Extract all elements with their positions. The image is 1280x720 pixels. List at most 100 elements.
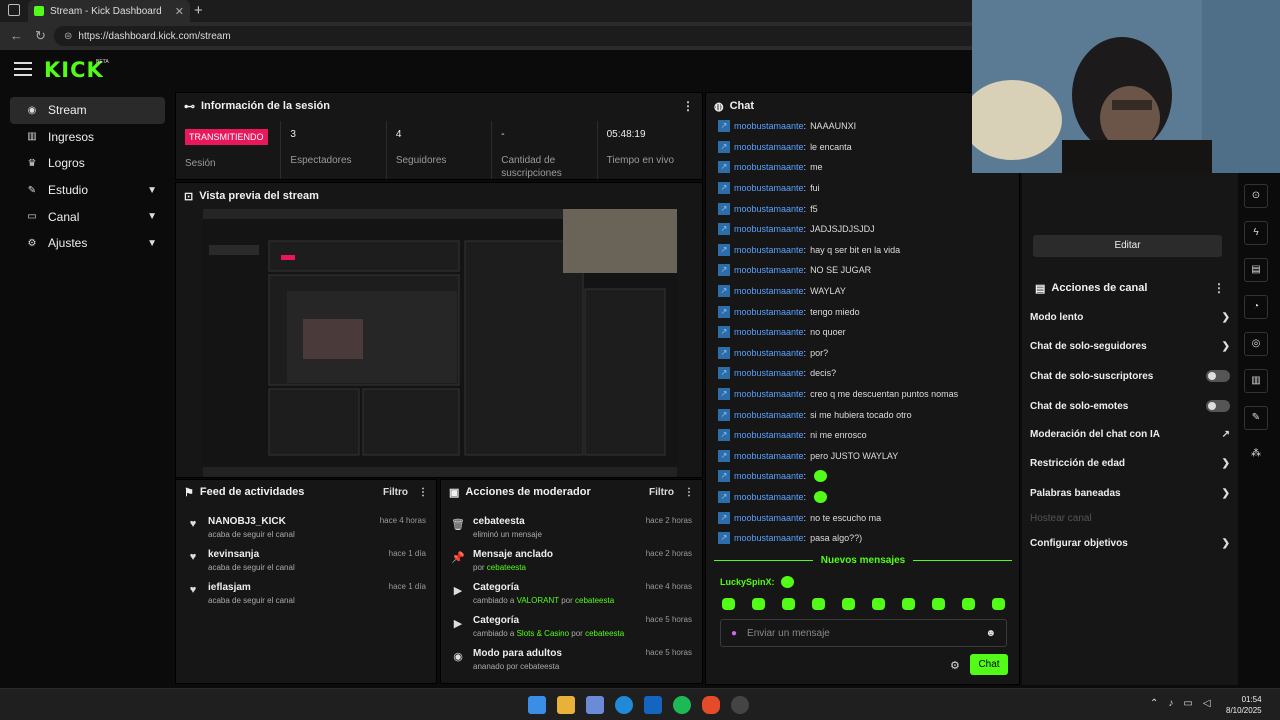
channel-action-ai-moderation[interactable]: Moderación del chat con IA ↗ bbox=[1030, 429, 1230, 440]
new-tab-icon[interactable]: + bbox=[194, 2, 203, 19]
microphone-app-icon[interactable] bbox=[702, 696, 720, 714]
edit-button[interactable]: Editar bbox=[1033, 235, 1222, 257]
close-tab-icon[interactable]: ✕ bbox=[175, 5, 184, 18]
chat-username[interactable]: moobustamaante bbox=[734, 224, 804, 234]
chat-message[interactable]: ↗ moobustamaante: decis? bbox=[718, 363, 1008, 384]
chat-messages[interactable]: ↗ moobustamaante: NAAAUNXI ↗ moobustamaante:… bbox=[718, 116, 1008, 548]
chat-bubble-icon[interactable]: ◔ bbox=[1244, 295, 1268, 319]
chat-username[interactable]: moobustamaante bbox=[734, 492, 804, 502]
edge-icon[interactable] bbox=[615, 696, 633, 714]
chat-message[interactable]: ↗ moobustamaante: f5 bbox=[718, 198, 1008, 219]
chat-message[interactable]: ↗ moobustamaante: NO SE JUGAR bbox=[718, 260, 1008, 281]
camera-icon[interactable]: ⊙ bbox=[1244, 184, 1268, 208]
chat-username[interactable]: moobustamaante bbox=[734, 348, 804, 358]
broadcast-icon[interactable]: ◎ bbox=[1244, 332, 1268, 356]
chat-message[interactable]: ↗ moobustamaante: hay q ser bit en la vida bbox=[718, 240, 1008, 261]
chat-message[interactable]: ↗ moobustamaante: tengo miedo bbox=[718, 301, 1008, 322]
sidebar-item-ingresos[interactable]: ▥ Ingresos bbox=[10, 124, 165, 151]
sidebar-item-logros[interactable]: ♛ Logros bbox=[10, 150, 165, 177]
emoji-icon[interactable]: ☻ bbox=[985, 628, 996, 639]
chat-message[interactable]: ↗ moobustamaante: NAAAUNXI bbox=[718, 116, 1008, 137]
browser-tab[interactable]: Stream - Kick Dashboard ✕ bbox=[28, 0, 190, 22]
volume-icon[interactable]: ◁ bbox=[1203, 698, 1211, 709]
chat-message[interactable]: ↗ moobustamaante: si me hubiera tocado otr… bbox=[718, 404, 1008, 425]
chat-username[interactable]: moobustamaante bbox=[734, 286, 804, 296]
chat-username[interactable]: moobustamaante bbox=[734, 410, 804, 420]
menu-icon[interactable] bbox=[14, 62, 32, 76]
emote-icon[interactable] bbox=[872, 598, 885, 610]
sidebar-item-canal[interactable]: ▭ Canal ▼ bbox=[10, 203, 165, 230]
sidebar-item-stream[interactable]: ◉ Stream bbox=[10, 97, 165, 124]
emote-icon[interactable] bbox=[932, 598, 945, 610]
chat-message[interactable]: ↗ moobustamaante: por? bbox=[718, 343, 1008, 364]
chat-username[interactable]: moobustamaante bbox=[734, 389, 804, 399]
emote-icon[interactable] bbox=[752, 598, 765, 610]
url-field[interactable]: ⊜ https://dashboard.kick.com/stream bbox=[54, 26, 984, 46]
chat-username[interactable]: moobustamaante bbox=[734, 245, 804, 255]
chat-username[interactable]: moobustamaante bbox=[734, 471, 804, 481]
mic-tray-icon[interactable]: ♪ bbox=[1168, 698, 1173, 709]
channel-action-banned-words[interactable]: Palabras baneadas ❯ bbox=[1030, 488, 1230, 499]
chat-input[interactable]: ● Enviar un mensaje ☻ bbox=[720, 619, 1007, 647]
chat-message[interactable]: ↗ moobustamaante: pasa algo??) bbox=[718, 528, 1008, 549]
chat-message[interactable]: ↗ moobustamaante: creo q me descuentan pun… bbox=[718, 384, 1008, 405]
chat-username[interactable]: moobustamaante bbox=[734, 142, 804, 152]
emotes-only-toggle[interactable] bbox=[1206, 400, 1230, 412]
kebab-menu-icon[interactable]: ⋮ bbox=[1213, 281, 1225, 295]
chat-username[interactable]: moobustamaante bbox=[734, 513, 804, 523]
network-icon[interactable]: ▭ bbox=[1183, 698, 1192, 709]
subs-only-toggle[interactable] bbox=[1206, 370, 1230, 382]
chat-message[interactable]: ↗ moobustamaante: no te escucho ma bbox=[718, 507, 1008, 528]
sidebar-item-ajustes[interactable]: ⚙ Ajustes ▼ bbox=[10, 230, 165, 257]
chat-username[interactable]: moobustamaante bbox=[734, 162, 804, 172]
lightning-icon[interactable]: ϟ bbox=[1244, 221, 1268, 245]
site-info-icon[interactable]: ⊜ bbox=[64, 31, 72, 42]
chevron-up-icon[interactable]: ⌃ bbox=[1150, 698, 1158, 709]
chat-message[interactable]: ↗ moobustamaante: fui bbox=[718, 178, 1008, 199]
chat-username[interactable]: moobustamaante bbox=[734, 451, 804, 461]
chat-settings-icon[interactable]: ⚙ bbox=[950, 659, 960, 672]
stream-preview-video[interactable] bbox=[203, 209, 677, 477]
chat-message[interactable]: ↗ moobustamaante: WAYLAY bbox=[718, 281, 1008, 302]
chat-username[interactable]: moobustamaante bbox=[734, 265, 804, 275]
kebab-menu-icon[interactable]: ⋮ bbox=[418, 487, 428, 498]
microphone-icon[interactable]: ● bbox=[731, 628, 737, 639]
reload-icon[interactable]: ↻ bbox=[35, 28, 46, 44]
new-messages-divider[interactable]: Nuevos mensajes bbox=[714, 555, 1012, 566]
chat-username[interactable]: LuckySpinX: bbox=[720, 577, 775, 587]
chat-message[interactable]: ↗ moobustamaante: pero JUSTO WAYLAY bbox=[718, 446, 1008, 467]
chat-message[interactable]: ↗ moobustamaante: ni me enrosco bbox=[718, 425, 1008, 446]
kick-logo[interactable]: KICK bbox=[44, 58, 104, 82]
send-chat-button[interactable]: Chat bbox=[970, 654, 1008, 675]
spotify-icon[interactable] bbox=[673, 696, 691, 714]
channel-action-slow-mode[interactable]: Modo lento ❯ bbox=[1030, 312, 1230, 323]
chat-message[interactable]: ↗ moobustamaante: me bbox=[718, 157, 1008, 178]
chat-username[interactable]: moobustamaante bbox=[734, 121, 804, 131]
chat-username[interactable]: moobustamaante bbox=[734, 430, 804, 440]
notes-icon[interactable]: ▤ bbox=[1244, 258, 1268, 282]
printer-icon[interactable]: ▥ bbox=[1244, 369, 1268, 393]
chat-username[interactable]: moobustamaante bbox=[734, 183, 804, 193]
filter-button[interactable]: Filtro bbox=[649, 487, 674, 498]
chat-username[interactable]: moobustamaante bbox=[734, 327, 804, 337]
channel-action-goals[interactable]: Configurar objetivos ❯ bbox=[1030, 538, 1230, 549]
chat-username[interactable]: moobustamaante bbox=[734, 307, 804, 317]
chat-message[interactable]: ↗ moobustamaante: bbox=[718, 487, 1008, 508]
emote-icon[interactable] bbox=[812, 598, 825, 610]
filter-button[interactable]: Filtro bbox=[383, 487, 408, 498]
wrench-icon[interactable]: ✎ bbox=[1244, 406, 1268, 430]
emote-icon[interactable] bbox=[782, 598, 795, 610]
more-icon[interactable]: ⁂ bbox=[1244, 443, 1268, 467]
system-clock[interactable]: 01:54 8/10/2025 bbox=[1226, 694, 1262, 716]
obs-icon[interactable] bbox=[731, 696, 749, 714]
outlook-icon[interactable] bbox=[644, 696, 662, 714]
emote-icon[interactable] bbox=[962, 598, 975, 610]
chat-message[interactable]: ↗ moobustamaante: bbox=[718, 466, 1008, 487]
emote-icon[interactable] bbox=[842, 598, 855, 610]
sidebar-item-estudio[interactable]: ✎ Estudio ▼ bbox=[10, 177, 165, 204]
store-icon[interactable] bbox=[586, 696, 604, 714]
emote-icon[interactable] bbox=[902, 598, 915, 610]
start-icon[interactable] bbox=[528, 696, 546, 714]
emote-icon[interactable] bbox=[722, 598, 735, 610]
chat-username[interactable]: moobustamaante bbox=[734, 204, 804, 214]
